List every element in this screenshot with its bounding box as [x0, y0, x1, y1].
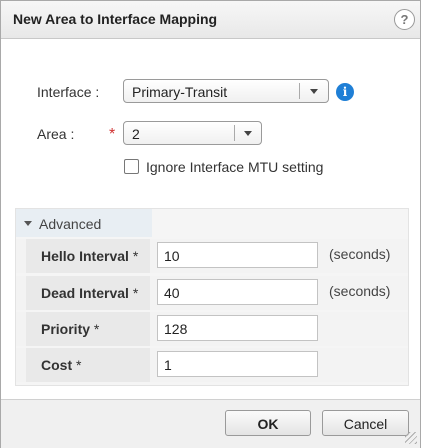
- interface-label: Interface :: [37, 84, 100, 100]
- dialog: New Area to Interface Mapping ? Interfac…: [0, 0, 421, 448]
- advanced-section: Advanced Hello Interval * 10 (seconds) D…: [15, 208, 409, 386]
- dead-interval-input[interactable]: 40: [157, 279, 318, 305]
- chevron-down-icon[interactable]: [310, 89, 318, 94]
- priority-label: Priority: [41, 321, 91, 337]
- required-asterisk-icon: *: [132, 285, 139, 301]
- required-asterisk-icon: *: [109, 126, 116, 143]
- ignore-mtu-label[interactable]: Ignore Interface MTU setting: [146, 159, 323, 175]
- hello-interval-value: 10: [164, 248, 180, 264]
- interface-select[interactable]: Primary-Transit: [123, 79, 329, 103]
- caret-down-icon[interactable]: [24, 221, 32, 226]
- ok-button[interactable]: OK: [225, 410, 311, 436]
- cost-value: 1: [164, 357, 172, 373]
- hello-interval-unit: (seconds): [329, 246, 391, 262]
- field-label-cell: Cost *: [26, 348, 150, 382]
- area-select[interactable]: 2: [123, 121, 262, 145]
- cost-input[interactable]: 1: [157, 351, 318, 377]
- field-label-cell: Dead Interval *: [26, 276, 150, 310]
- select-separator: [234, 125, 235, 141]
- select-separator: [299, 83, 300, 99]
- resize-grip-icon[interactable]: [405, 432, 417, 444]
- required-asterisk-icon: *: [76, 357, 82, 373]
- hello-interval-input[interactable]: 10: [157, 242, 318, 268]
- ignore-mtu-checkbox[interactable]: [124, 159, 139, 174]
- interface-select-value: Primary-Transit: [132, 84, 228, 100]
- required-asterisk-icon: *: [93, 321, 100, 337]
- dead-interval-label: Dead Interval: [41, 285, 129, 301]
- advanced-header: Advanced: [39, 216, 102, 232]
- area-label: Area :: [37, 126, 75, 142]
- help-icon[interactable]: ?: [394, 9, 415, 30]
- field-label-cell: Hello Interval *: [26, 239, 150, 273]
- dead-interval-value: 40: [164, 285, 180, 301]
- priority-value: 128: [164, 321, 188, 337]
- cost-label: Cost: [41, 357, 73, 373]
- area-select-value: 2: [132, 126, 140, 142]
- field-label-cell: Priority *: [26, 312, 150, 346]
- chevron-down-icon[interactable]: [244, 131, 252, 136]
- dead-interval-unit: (seconds): [329, 283, 391, 299]
- required-asterisk-icon: *: [132, 248, 139, 264]
- dialog-title: New Area to Interface Mapping: [13, 11, 218, 27]
- priority-input[interactable]: 128: [157, 315, 318, 341]
- info-icon[interactable]: i: [336, 83, 354, 101]
- advanced-toggle[interactable]: Advanced: [16, 209, 152, 237]
- title-bar: New Area to Interface Mapping ?: [1, 1, 420, 39]
- hello-interval-label: Hello Interval: [41, 248, 129, 264]
- cancel-button[interactable]: Cancel: [322, 410, 409, 436]
